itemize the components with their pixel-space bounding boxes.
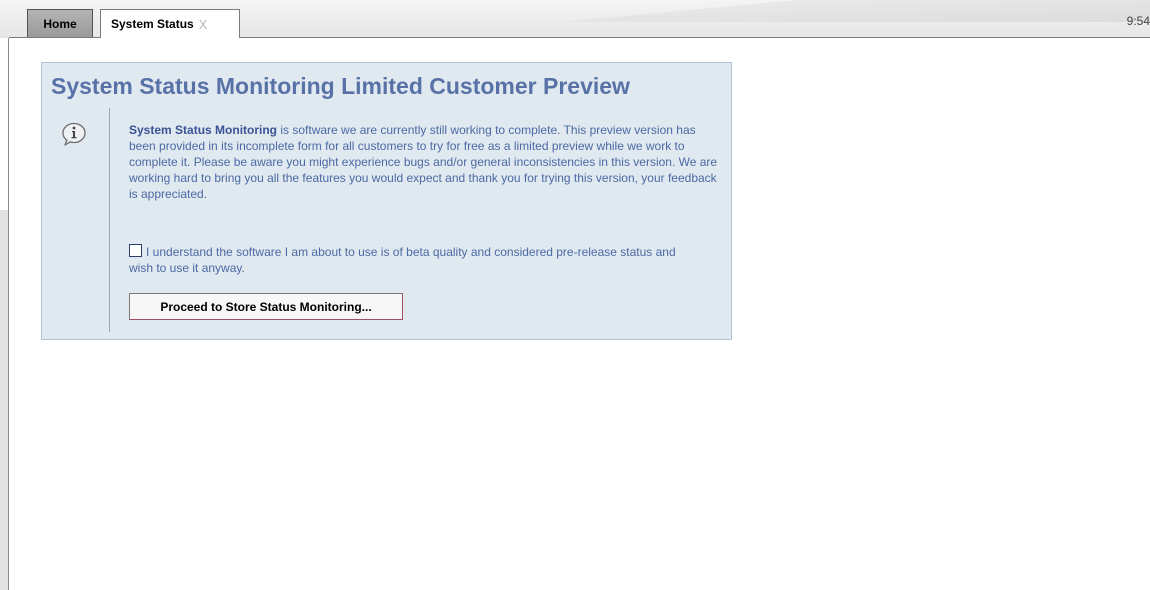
acknowledge-row: I understand the software I am about to … — [129, 244, 689, 276]
tab-home[interactable]: Home — [27, 9, 93, 37]
tab-system-status[interactable]: System Status X — [100, 9, 240, 38]
tab-home-label: Home — [43, 16, 77, 31]
close-icon[interactable]: X — [199, 17, 208, 32]
tab-system-status-label: System Status — [111, 17, 194, 31]
panel-title: System Status Monitoring Limited Custome… — [51, 73, 630, 99]
proceed-button[interactable]: Proceed to Store Status Monitoring... — [129, 293, 403, 320]
panel-divider — [109, 108, 110, 332]
notice-text: System Status Monitoring is software we … — [129, 122, 721, 202]
clock: 9:54 — [1126, 14, 1150, 28]
left-rail-shade — [0, 210, 8, 590]
preview-notice-panel: System Status Monitoring Limited Custome… — [41, 62, 732, 340]
acknowledge-label[interactable]: I understand the software I am about to … — [129, 245, 676, 275]
tab-bar-sheen — [560, 0, 1150, 22]
left-rail-border — [8, 38, 9, 590]
acknowledge-checkbox[interactable] — [129, 244, 142, 257]
notice-product-name: System Status Monitoring — [129, 123, 278, 137]
info-icon — [62, 122, 86, 146]
